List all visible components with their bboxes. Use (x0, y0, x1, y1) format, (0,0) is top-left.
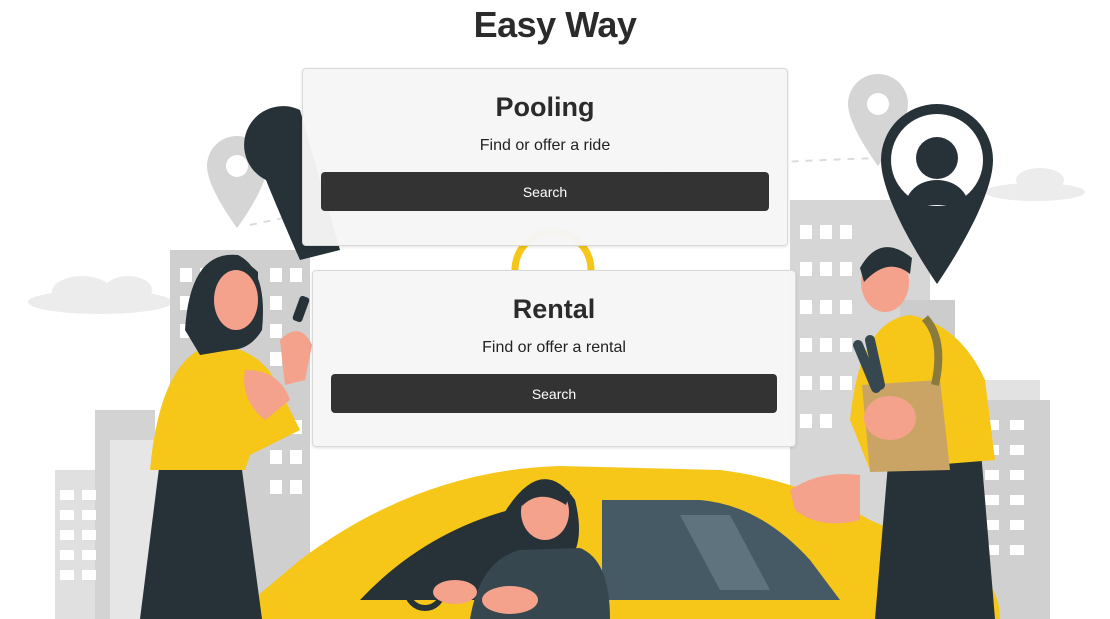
cloud-right (985, 168, 1085, 201)
pooling-card: Pooling Find or offer a ride Search (302, 68, 788, 246)
pooling-search-button[interactable]: Search (321, 172, 769, 211)
cloud-left (28, 276, 172, 314)
rental-search-button[interactable]: Search (331, 374, 777, 413)
page-title: Easy Way (473, 4, 637, 45)
rental-card-title: Rental (512, 294, 596, 324)
pooling-card-title: Pooling (495, 92, 595, 122)
rental-card-subtitle: Find or offer a rental (482, 339, 626, 356)
pooling-card-subtitle: Find or offer a ride (479, 137, 611, 154)
rental-card: Rental Find or offer a rental Search (312, 270, 796, 447)
